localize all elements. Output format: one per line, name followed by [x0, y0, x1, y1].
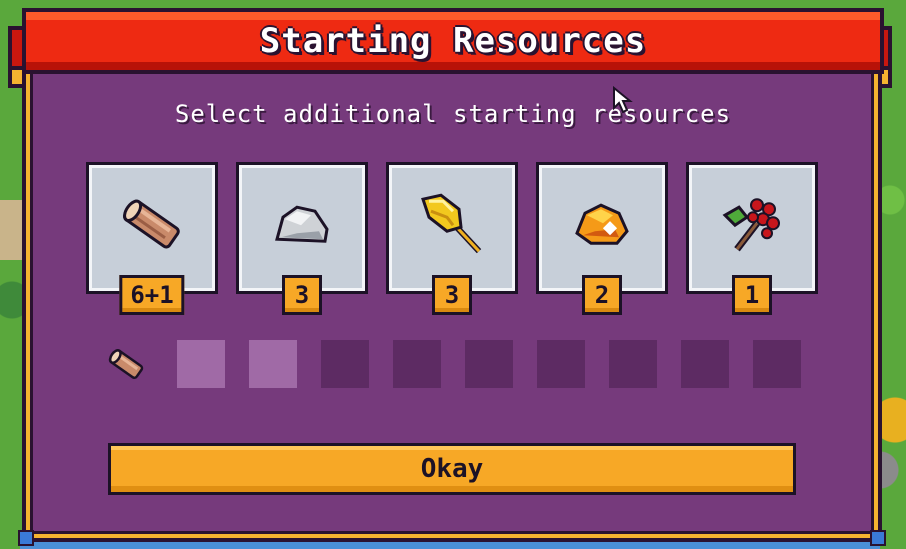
mouse-cursor-icon: [613, 86, 633, 114]
resource-card-wheat[interactable]: 3: [386, 162, 518, 315]
log-icon: [123, 199, 180, 249]
wheat-icon: [421, 193, 482, 254]
gold-ore-icon: [575, 203, 629, 245]
resource-card-berries[interactable]: 1: [686, 162, 818, 315]
resource-card-gold-ore[interactable]: 2: [536, 162, 668, 315]
resource-slot-empty[interactable]: [681, 340, 729, 388]
okay-button[interactable]: Okay: [108, 443, 796, 495]
resource-slot-empty[interactable]: [753, 340, 801, 388]
resource-slot-empty[interactable]: [537, 340, 585, 388]
resource-card-log[interactable]: 6+1: [86, 162, 218, 315]
log-icon: [108, 349, 144, 379]
resource-count-badge: 3: [282, 275, 322, 315]
dialog-title: Starting Resources: [259, 21, 647, 61]
resource-count-badge: 3: [432, 275, 472, 315]
resource-count-badge: 6+1: [119, 275, 185, 315]
resource-slot-empty[interactable]: [393, 340, 441, 388]
resource-count-badge: 1: [732, 275, 772, 315]
dialog-subtitle: Select additional starting resources: [174, 100, 732, 128]
corner-gem: [870, 530, 886, 546]
resource-card-stone[interactable]: 3: [236, 162, 368, 315]
resource-slot-empty[interactable]: [321, 340, 369, 388]
resource-slot-filled[interactable]: [177, 340, 225, 388]
corner-gem: [18, 530, 34, 546]
resource-slot-filled[interactable]: [249, 340, 297, 388]
resource-slot-empty[interactable]: [465, 340, 513, 388]
berry-branch-icon: [722, 198, 780, 252]
stone-icon: [275, 205, 329, 243]
resource-count-badge: 2: [582, 275, 622, 315]
resource-slot-empty[interactable]: [609, 340, 657, 388]
title-ribbon: Starting Resources: [22, 8, 884, 74]
